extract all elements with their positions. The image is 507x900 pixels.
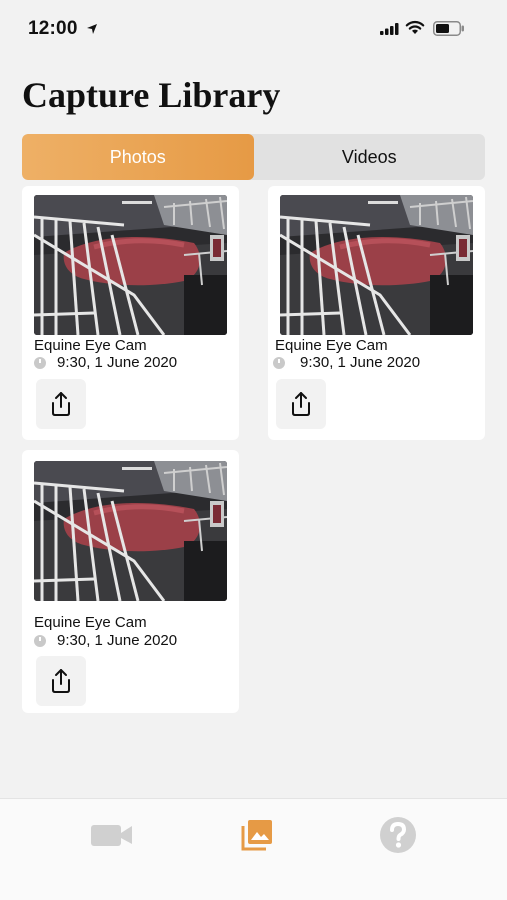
clock-icon xyxy=(34,357,46,369)
location-arrow-icon xyxy=(86,22,98,40)
capture-timestamp: 9:30, 1 June 2020 xyxy=(57,354,178,371)
camera-name: Equine Eye Cam xyxy=(34,337,147,354)
capture-timestamp: 9:30, 1 June 2020 xyxy=(57,632,178,649)
photo-library-icon xyxy=(241,820,272,851)
tab-camera[interactable] xyxy=(90,815,134,855)
share-button[interactable] xyxy=(36,379,86,429)
share-icon xyxy=(292,392,310,416)
tab-videos[interactable]: Videos xyxy=(254,134,486,180)
capture-thumbnail[interactable] xyxy=(280,195,473,335)
wifi-icon xyxy=(405,20,425,40)
capture-card[interactable]: Equine Eye Cam 9:30, 1 June 2020 xyxy=(22,450,239,713)
camera-name: Equine Eye Cam xyxy=(275,337,388,354)
capture-card[interactable]: Equine Eye Cam 9:30, 1 June 2020 xyxy=(22,186,239,440)
tab-library[interactable] xyxy=(235,815,279,855)
share-button[interactable] xyxy=(276,379,326,429)
capture-thumbnail[interactable] xyxy=(34,195,227,335)
tab-help[interactable] xyxy=(376,815,420,855)
share-icon xyxy=(52,392,70,416)
page-title: Capture Library xyxy=(22,75,281,115)
capture-card[interactable]: Equine Eye Cam 9:30, 1 June 2020 xyxy=(268,186,485,440)
clock-icon xyxy=(273,357,285,369)
tab-bar xyxy=(0,798,507,900)
capture-thumbnail[interactable] xyxy=(34,461,227,601)
capture-timestamp: 9:30, 1 June 2020 xyxy=(300,354,421,371)
share-button[interactable] xyxy=(36,656,86,706)
battery-icon xyxy=(433,21,465,41)
status-bar: 12:00 xyxy=(0,0,507,60)
status-time: 12:00 xyxy=(28,18,78,39)
camera-name: Equine Eye Cam xyxy=(34,614,147,631)
tab-photos[interactable]: Photos xyxy=(22,134,254,180)
help-icon xyxy=(380,817,416,853)
share-icon xyxy=(52,669,70,693)
media-type-segmented-control: Photos Videos xyxy=(22,134,485,180)
cellular-signal-icon xyxy=(380,22,400,40)
video-camera-icon xyxy=(91,825,132,846)
clock-icon xyxy=(34,635,46,647)
